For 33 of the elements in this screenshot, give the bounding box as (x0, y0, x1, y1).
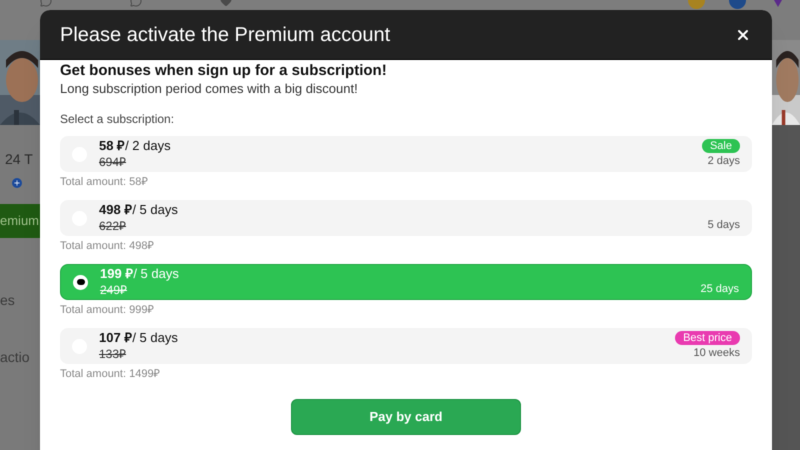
duration-text: 25 days (700, 282, 739, 297)
profile-stats: 24 T (4, 150, 34, 169)
old-price: 622₽ (99, 218, 128, 234)
subscription-option[interactable]: 498 ₽/ 5 days 622₽ 5 days (60, 200, 752, 236)
subscription-option[interactable]: 199 ₽/ 5 days 249₽ 25 days (60, 264, 752, 300)
old-price: 694₽ (99, 154, 128, 170)
duration-text: 10 weeks (694, 346, 740, 361)
price-text: 107 ₽/ 5 days (99, 330, 178, 346)
price-text: 498 ₽/ 5 days (99, 202, 178, 218)
modal-title: Please activate the Premium account (60, 22, 390, 48)
menu-item[interactable]: es (0, 290, 40, 311)
offer-badge: Best price (675, 331, 740, 345)
subscription-option[interactable]: 58 ₽/ 2 days 694₽ Sale 2 days (60, 136, 752, 172)
total-amount: Total amount: 498₽ (60, 239, 154, 254)
duration-text: 5 days (708, 218, 740, 233)
price-text: 199 ₽/ 5 days (100, 266, 179, 282)
duration-text: 2 days (708, 154, 740, 169)
price-text: 58 ₽/ 2 days (99, 138, 171, 154)
total-amount: Total amount: 999₽ (60, 303, 154, 318)
total-amount: Total amount: 1499₽ (60, 367, 161, 382)
old-price: 133₽ (99, 346, 128, 362)
radio-button[interactable] (73, 274, 88, 290)
total-amount: Total amount: 58₽ (60, 175, 148, 190)
offer-badge: Sale (702, 139, 740, 153)
promo-heading: Get bonuses when sign up for a subscription! (60, 62, 388, 80)
old-price: 249₽ (100, 282, 128, 298)
plus-icon (12, 178, 22, 188)
pay-button[interactable]: Pay by card (291, 399, 521, 435)
subscription-option[interactable]: 107 ₽/ 5 days 133₽ Best price 10 weeks (60, 328, 752, 364)
premium-button[interactable]: emium (0, 204, 40, 238)
menu-item[interactable]: actio (0, 347, 40, 368)
promo-subheading: Long subscription period comes with a big discount! (60, 80, 359, 98)
select-label: Select a subscription: (60, 111, 176, 128)
